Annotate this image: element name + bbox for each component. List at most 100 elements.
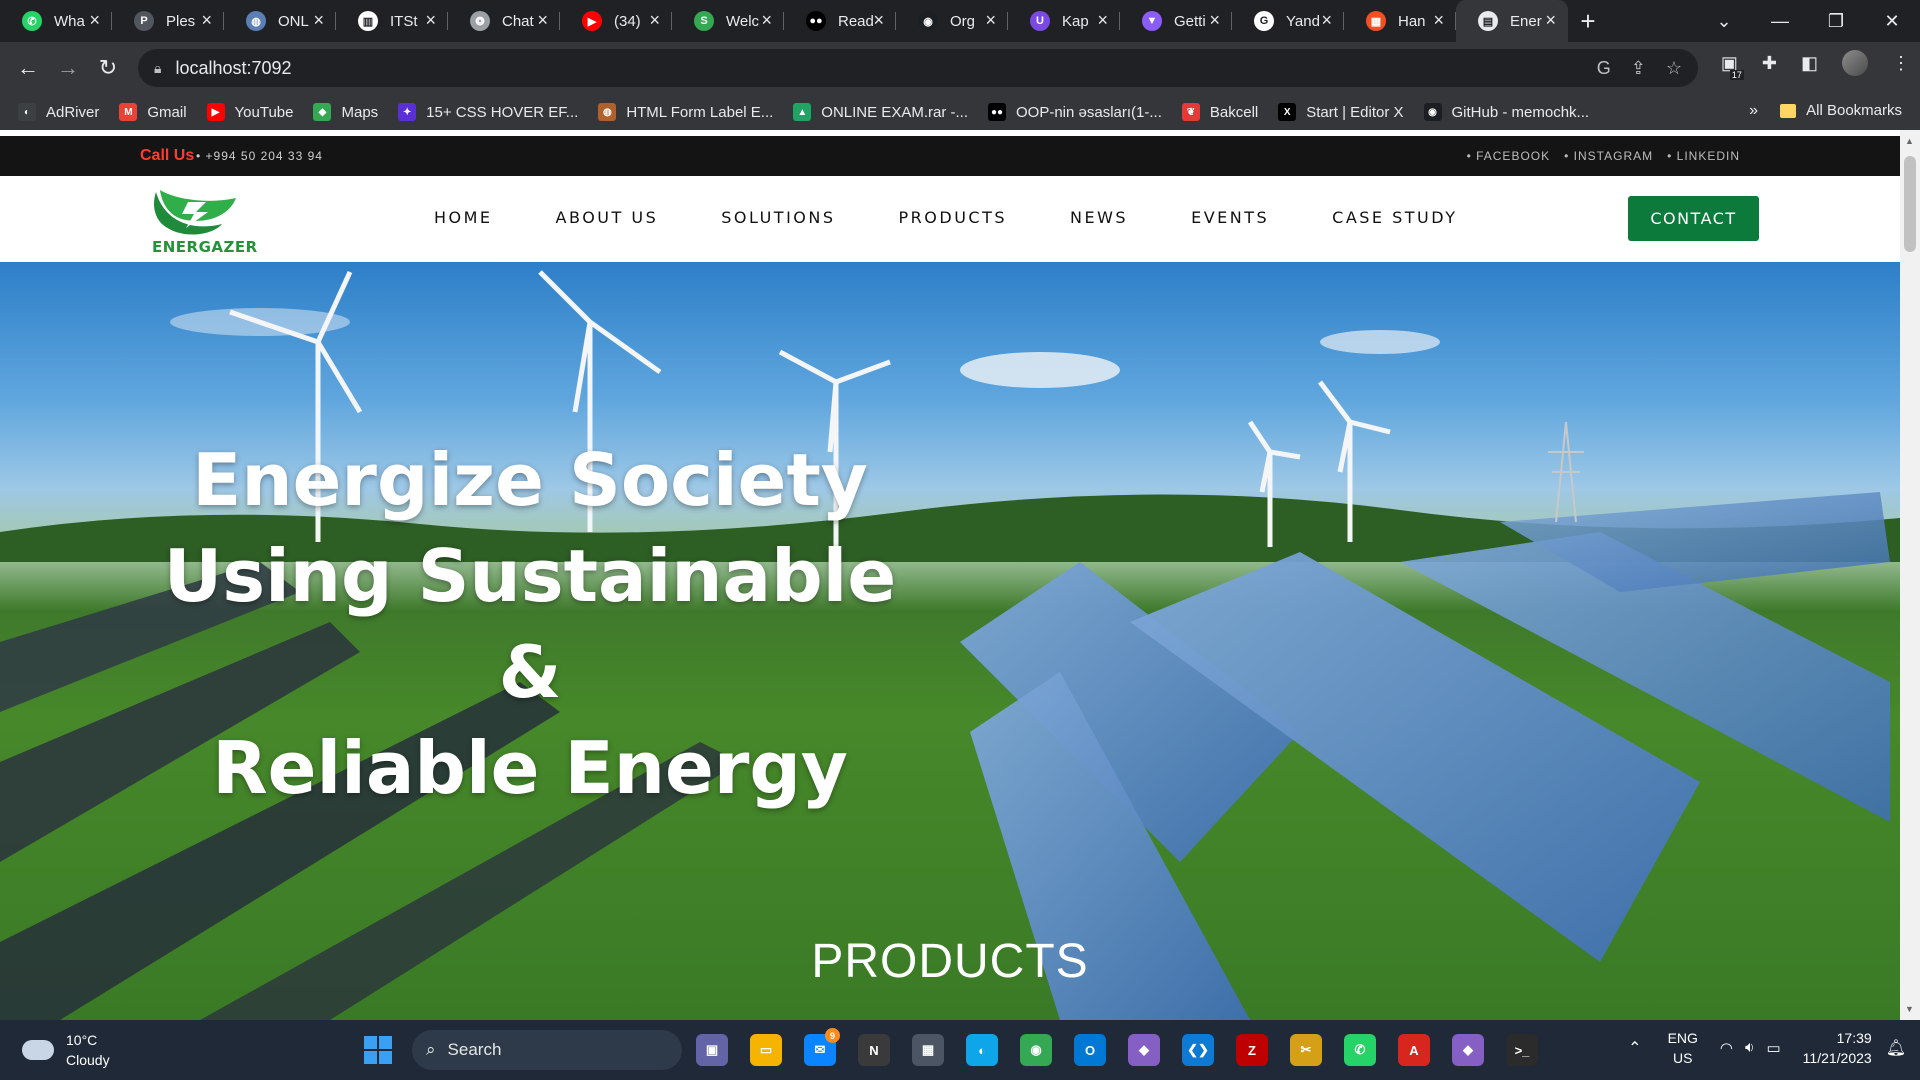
browser-tab[interactable]: ❂ Chat × [448, 0, 560, 42]
nav-news[interactable]: NEWS [1070, 208, 1128, 227]
close-tab-icon[interactable]: × [873, 10, 884, 31]
filezilla-icon[interactable]: Z [1236, 1034, 1268, 1066]
browser-tab[interactable]: ◉ Org × [896, 0, 1008, 42]
whatsapp-icon[interactable]: ✆ [1344, 1034, 1376, 1066]
visual-studio-icon[interactable]: ◆ [1128, 1034, 1160, 1066]
close-tab-icon[interactable]: × [761, 10, 772, 31]
reload-icon[interactable]: ↻ [88, 55, 128, 81]
contact-button[interactable]: CONTACT [1628, 196, 1759, 241]
nav-case-study[interactable]: CASE STUDY [1332, 208, 1457, 227]
start-button[interactable] [364, 1036, 392, 1064]
bookmark-item[interactable]: ▶ YouTube [206, 103, 293, 121]
scroll-up-icon[interactable]: ▲ [1905, 136, 1914, 146]
nav-about-us[interactable]: ABOUT US [556, 208, 659, 227]
address-bar[interactable]: 🔒︎ localhost:7092 G ⇪ ☆ [138, 49, 1698, 87]
close-tab-icon[interactable]: × [1209, 10, 1220, 31]
nav-products[interactable]: PRODUCTS [899, 208, 1008, 227]
browser-tab[interactable]: ▦ Han × [1344, 0, 1456, 42]
browser-tab[interactable]: ▤ Ener × [1456, 0, 1568, 42]
page-scrollbar[interactable]: ▲ ▼ [1900, 130, 1920, 1020]
weather-widget[interactable]: 10°C Cloudy [22, 1030, 110, 1070]
notification-icon[interactable]: 🔔︎ [1886, 1038, 1906, 1058]
browser-menu-icon[interactable]: ⋮ [1892, 53, 1910, 74]
side-panel-icon[interactable]: ◧ [1801, 53, 1818, 74]
bookmark-item[interactable]: X Start | Editor X [1278, 103, 1404, 121]
teams-icon[interactable]: ▣ [696, 1034, 728, 1066]
facebook-link[interactable]: • FACEBOOK [1467, 149, 1551, 163]
close-tab-icon[interactable]: × [1321, 10, 1332, 31]
tab-search-icon[interactable]: ⌄ [1696, 11, 1752, 32]
bookmark-item[interactable]: M Gmail [119, 103, 187, 121]
close-tab-icon[interactable]: × [649, 10, 660, 31]
url-text[interactable]: localhost:7092 [175, 58, 291, 79]
scrollbar-thumb[interactable] [1904, 156, 1916, 252]
outlook-icon[interactable]: O [1074, 1034, 1106, 1066]
browser-tab[interactable]: P Ples × [112, 0, 224, 42]
scroll-down-icon[interactable]: ▼ [1905, 1004, 1914, 1014]
extensions-puzzle-icon[interactable]: ✚ [1762, 53, 1777, 74]
minimize-icon[interactable]: — [1752, 11, 1808, 32]
restore-icon[interactable]: ❐ [1808, 11, 1864, 32]
chrome-icon[interactable]: ◉ [1020, 1034, 1052, 1066]
linkedin-link[interactable]: • LINKEDIN [1667, 149, 1740, 163]
mail-icon[interactable]: ✉ 9 [804, 1028, 840, 1066]
battery-icon[interactable]: ▭ [1766, 1039, 1780, 1057]
bookmark-item[interactable]: ❦ Bakcell [1181, 103, 1258, 121]
vscode-icon[interactable]: ❮❯ [1182, 1034, 1214, 1066]
language-indicator[interactable]: ENG US [1668, 1028, 1698, 1068]
close-tab-icon[interactable]: × [1433, 10, 1444, 31]
browser-tab[interactable]: ●● Read × [784, 0, 896, 42]
phone-number[interactable]: • +994 50 204 33 94 [196, 149, 323, 163]
clock[interactable]: 17:39 11/21/2023 [1803, 1028, 1872, 1068]
bookmarks-overflow-button[interactable]: » [1749, 102, 1758, 120]
edge-icon[interactable]: ◐ [966, 1034, 998, 1066]
new-tab-button[interactable]: + [1568, 0, 1608, 42]
calculator-icon[interactable]: ▦ [912, 1034, 944, 1066]
browser-tab[interactable]: S Welc × [672, 0, 784, 42]
browser-tab[interactable]: ▥ ITSt × [336, 0, 448, 42]
browser-tab[interactable]: ▼ Getti × [1120, 0, 1232, 42]
nav-home[interactable]: HOME [434, 208, 493, 227]
close-tab-icon[interactable]: × [313, 10, 324, 31]
browser-tab[interactable]: ✆ Wha × [0, 0, 112, 42]
lock-icon[interactable]: 🔒︎ [154, 60, 161, 77]
snip-icon[interactable]: ✂ [1290, 1034, 1322, 1066]
close-tab-icon[interactable]: × [1097, 10, 1108, 31]
acrobat-icon[interactable]: A [1398, 1034, 1430, 1066]
file-explorer-icon[interactable]: ▭ [750, 1034, 782, 1066]
nav-solutions[interactable]: SOLUTIONS [721, 208, 835, 227]
browser-tab[interactable]: G Yand × [1232, 0, 1344, 42]
close-tab-icon[interactable]: × [201, 10, 212, 31]
close-window-icon[interactable]: ✕ [1864, 11, 1920, 32]
close-tab-icon[interactable]: × [1545, 10, 1556, 31]
visual-studio-icon[interactable]: ◆ [1452, 1034, 1484, 1066]
nav-events[interactable]: EVENTS [1191, 208, 1269, 227]
close-tab-icon[interactable]: × [537, 10, 548, 31]
notion-icon[interactable]: N [858, 1034, 890, 1066]
chevron-up-icon[interactable]: ⌃ [1628, 1038, 1641, 1058]
browser-tab[interactable]: ▶ (34) × [560, 0, 672, 42]
extension-icon[interactable]: ▣ 17 [1721, 53, 1744, 80]
volume-icon[interactable]: 🔉︎ [1745, 1039, 1754, 1057]
share-icon[interactable]: ⇪ [1631, 58, 1646, 79]
taskbar-search[interactable]: ⌕ Search [412, 1030, 682, 1070]
bookmark-item[interactable]: ◍ HTML Form Label E... [598, 103, 773, 121]
all-bookmarks-button[interactable]: All Bookmarks [1780, 102, 1902, 119]
bookmark-item[interactable]: ✦ 15+ CSS HOVER EF... [398, 103, 578, 121]
wifi-icon[interactable]: ◠ [1720, 1039, 1733, 1057]
back-icon[interactable]: ← [8, 55, 48, 81]
close-tab-icon[interactable]: × [89, 10, 100, 31]
profile-avatar[interactable] [1842, 50, 1868, 76]
logo-text[interactable]: ENERGAZER [152, 238, 258, 256]
bookmark-item[interactable]: ◆ Maps [313, 103, 378, 121]
bookmark-item[interactable]: ◐ AdRiver [18, 103, 99, 121]
bookmark-star-icon[interactable]: ☆ [1666, 58, 1682, 79]
browser-tab[interactable]: ◍ ONL × [224, 0, 336, 42]
close-tab-icon[interactable]: × [985, 10, 996, 31]
browser-tab[interactable]: U Kap × [1008, 0, 1120, 42]
close-tab-icon[interactable]: × [425, 10, 436, 31]
forward-icon[interactable]: → [48, 55, 88, 81]
bookmark-item[interactable]: ▲ ONLINE EXAM.rar -... [793, 103, 968, 121]
instagram-link[interactable]: • INSTAGRAM [1564, 149, 1653, 163]
terminal-icon[interactable]: >_ [1506, 1034, 1538, 1066]
